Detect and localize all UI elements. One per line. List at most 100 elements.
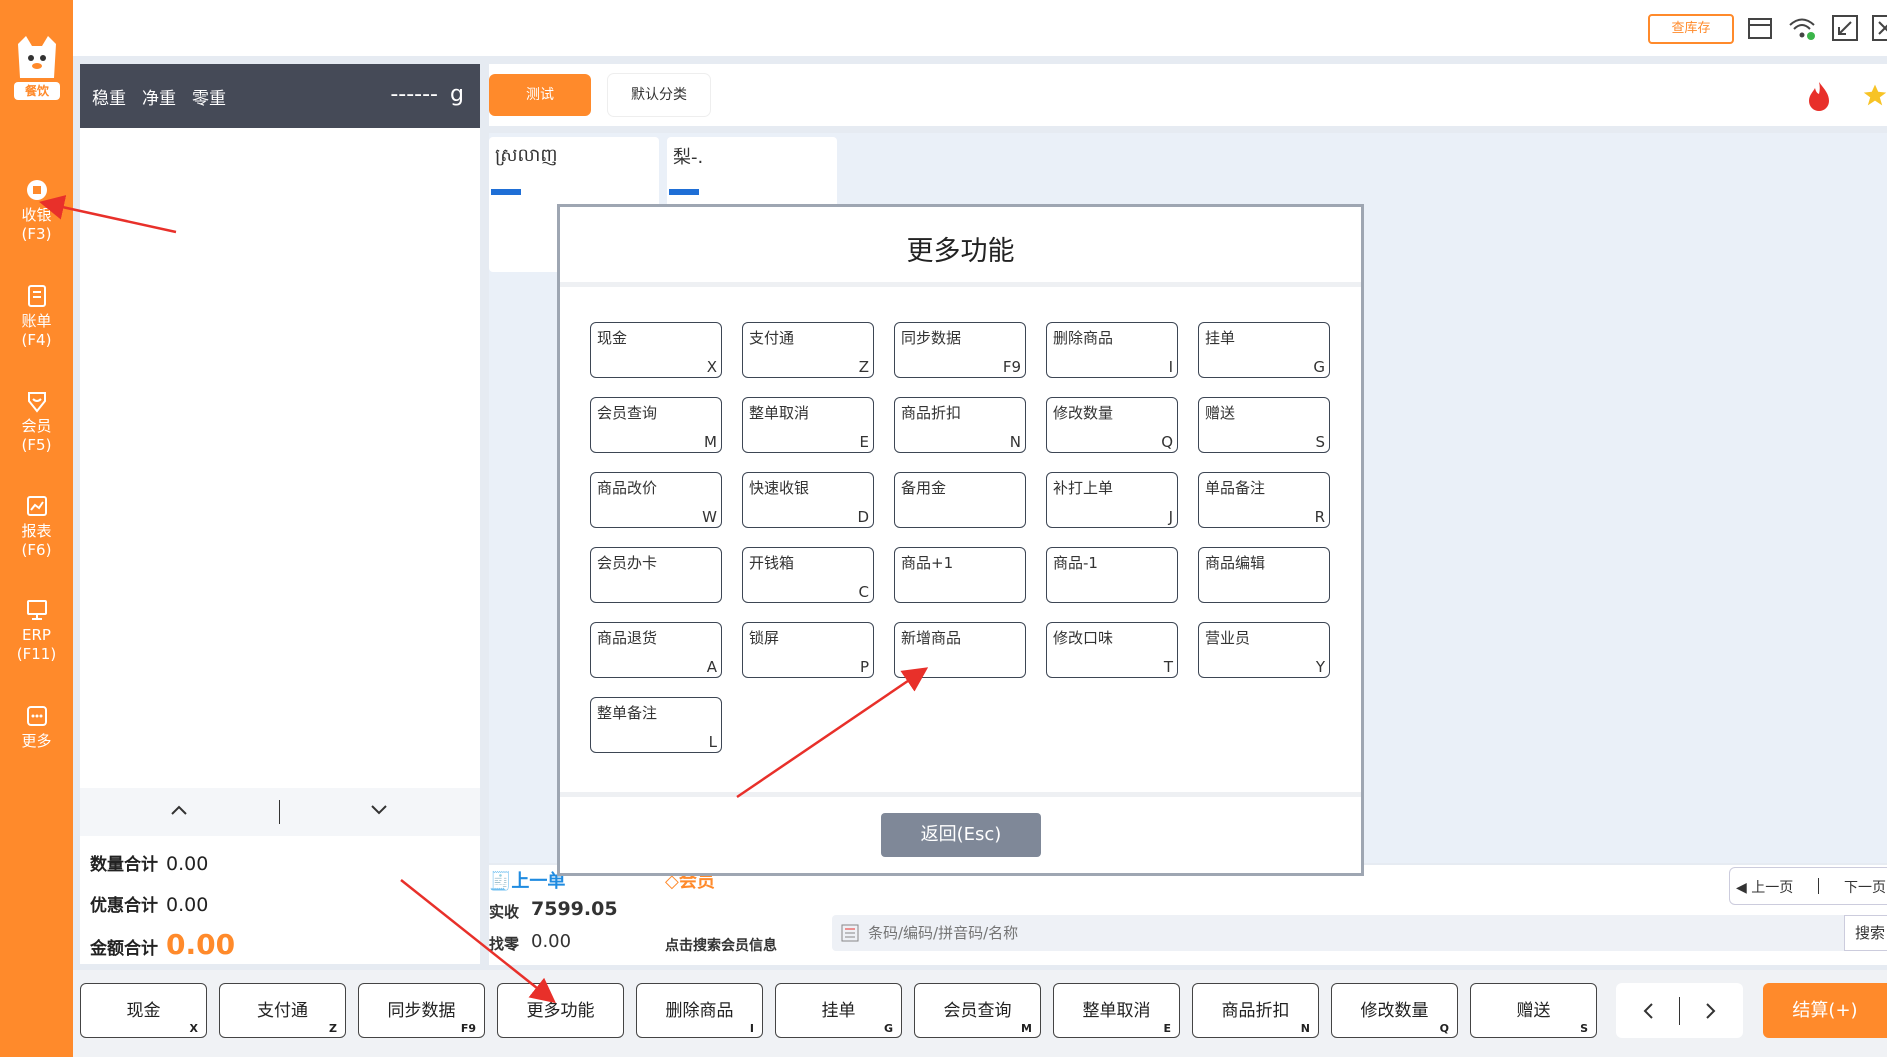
divider [560, 792, 1361, 797]
function-button[interactable]: 商品折扣 N [1192, 983, 1319, 1038]
more-function-button[interactable]: 删除商品 I [1046, 322, 1178, 378]
weight-value: ------ [390, 82, 438, 107]
close-icon[interactable] [1870, 14, 1887, 42]
more-function-label: 挂单 [1205, 329, 1236, 347]
sidebar-item-report[interactable]: 报表 (F6) [0, 494, 73, 560]
more-function-button[interactable]: 赠送 S [1198, 397, 1330, 453]
shortcut-key: Q [1161, 433, 1173, 451]
more-function-button[interactable]: 会员办卡 [590, 547, 722, 603]
search-button[interactable]: 搜索 [1844, 915, 1887, 951]
zero-weight-label: 零重 [192, 89, 226, 109]
more-function-button[interactable]: 商品退货 A [590, 622, 722, 678]
cart-list [80, 128, 480, 788]
more-function-label: 快速收银 [749, 479, 810, 497]
chevron-left-icon: ◀ [1736, 880, 1747, 896]
sidebar-item-erp[interactable]: ERP (F11) [0, 598, 73, 664]
more-function-label: 商品+1 [901, 554, 954, 572]
shortcut-key: Z [858, 358, 869, 376]
function-button[interactable]: 更多功能 [497, 983, 624, 1038]
function-button[interactable]: 支付通 Z [219, 983, 346, 1038]
function-button[interactable]: 同步数据 F9 [358, 983, 485, 1038]
more-icon [26, 706, 47, 726]
function-button[interactable]: 删除商品 I [636, 983, 763, 1038]
search-member-link[interactable]: 点击搜索会员信息 [665, 935, 777, 955]
shortcut-key: D [857, 508, 869, 526]
search-input[interactable] [866, 920, 1670, 946]
more-function-button[interactable]: 修改口味 T [1046, 622, 1178, 678]
more-function-button[interactable]: 锁屏 P [742, 622, 874, 678]
category-tab-test[interactable]: 测试 [489, 74, 591, 116]
chevron-right-icon[interactable] [1705, 1002, 1717, 1020]
hot-icon[interactable] [1805, 80, 1833, 112]
divider [279, 800, 280, 824]
more-function-button[interactable]: 挂单 G [1198, 322, 1330, 378]
more-function-button[interactable]: 商品编辑 [1198, 547, 1330, 603]
back-button[interactable]: 返回(Esc) [881, 813, 1041, 857]
function-button[interactable]: 现金 X [80, 983, 207, 1038]
qty-total-label: 数量合计 [90, 855, 158, 875]
more-function-label: 整单取消 [749, 404, 810, 422]
more-function-button[interactable]: 商品折扣 N [894, 397, 1026, 453]
more-function-label: 补打上单 [1053, 479, 1114, 497]
chevron-up-icon[interactable] [170, 804, 188, 816]
next-page-button[interactable]: 下一页 [1844, 877, 1886, 897]
more-function-button[interactable]: 支付通 Z [742, 322, 874, 378]
sidebar-item-label: 报表 [21, 522, 52, 540]
more-function-button[interactable]: 会员查询 M [590, 397, 722, 453]
star-icon[interactable] [1863, 80, 1887, 110]
chevron-left-icon[interactable] [1642, 1002, 1654, 1020]
function-button[interactable]: 赠送 S [1470, 983, 1597, 1038]
more-function-button[interactable]: 新增商品 [894, 622, 1026, 678]
more-function-button[interactable]: 补打上单 J [1046, 472, 1178, 528]
shortcut-key: F9 [1002, 358, 1021, 376]
discount-total: 优惠合计 0.00 [90, 891, 208, 916]
category-tab-default[interactable]: 默认分类 [608, 74, 710, 116]
checkout-button[interactable]: 结算(+) [1763, 983, 1887, 1038]
check-stock-button[interactable]: 查库存 [1648, 14, 1734, 44]
more-function-label: 锁屏 [749, 629, 780, 647]
sidebar-item-cashier[interactable]: 收银 (F3) [0, 178, 73, 244]
more-function-button[interactable]: 现金 X [590, 322, 722, 378]
prev-page-button[interactable]: ◀ 上一页 [1736, 877, 1793, 897]
more-function-button[interactable]: 单品备注 R [1198, 472, 1330, 528]
more-function-button[interactable]: 修改数量 Q [1046, 397, 1178, 453]
more-function-label: 开钱箱 [749, 554, 795, 572]
product-name: ស្រលាញ [495, 145, 558, 166]
more-function-button[interactable]: 整单备注 L [590, 697, 722, 753]
function-button-label: 整单取消 [1082, 1001, 1151, 1021]
monitor-icon [26, 600, 47, 620]
discount-total-value: 0.00 [166, 894, 209, 916]
more-function-button[interactable]: 商品改价 W [590, 472, 722, 528]
shortcut-key: I [749, 1022, 754, 1035]
chevron-down-icon[interactable] [370, 804, 388, 816]
more-function-button[interactable]: 同步数据 F9 [894, 322, 1026, 378]
function-button[interactable]: 整单取消 E [1053, 983, 1180, 1038]
more-function-label: 营业员 [1205, 629, 1251, 647]
more-function-button[interactable]: 快速收银 D [742, 472, 874, 528]
member-icon [27, 392, 46, 413]
shortcut-key: T [1163, 658, 1173, 676]
sidebar-item-label: 账单 [21, 312, 52, 330]
sidebar-item-label: 收银 [21, 206, 52, 224]
more-function-button[interactable]: 备用金 [894, 472, 1026, 528]
shortcut-key: J [1168, 508, 1173, 526]
qty-total: 数量合计 0.00 [90, 850, 208, 875]
function-button[interactable]: 修改数量 Q [1331, 983, 1458, 1038]
store-icon[interactable] [1745, 14, 1775, 42]
sidebar-item-bills[interactable]: 账单 (F4) [0, 284, 73, 350]
more-function-button[interactable]: 开钱箱 C [742, 547, 874, 603]
more-function-button[interactable]: 商品-1 [1046, 547, 1178, 603]
sidebar-item-more[interactable]: 更多 [0, 704, 73, 751]
bill-icon [27, 285, 46, 307]
more-function-button[interactable]: 营业员 Y [1198, 622, 1330, 678]
more-function-button[interactable]: 商品+1 [894, 547, 1026, 603]
pager: ◀ 上一页 下一页 [1729, 867, 1887, 905]
function-button[interactable]: 挂单 G [775, 983, 902, 1038]
shrink-window-icon[interactable] [1830, 14, 1860, 42]
sidebar-item-member[interactable]: 会员 (F5) [0, 389, 73, 455]
last-order-link[interactable]: 🧾上一单 [489, 867, 565, 893]
more-function-button[interactable]: 整单取消 E [742, 397, 874, 453]
report-icon [26, 496, 47, 516]
shortcut-key: N [1009, 433, 1021, 451]
function-button[interactable]: 会员查询 M [914, 983, 1041, 1038]
